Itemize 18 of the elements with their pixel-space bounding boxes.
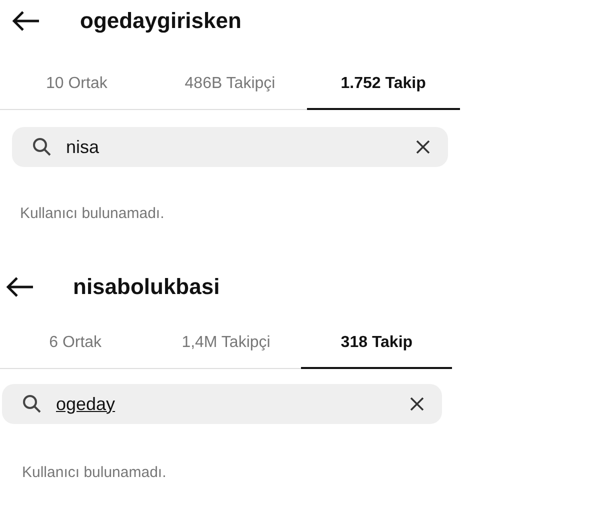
search-icon: [32, 137, 52, 157]
empty-message: Kullanıcı bulunamadı.: [20, 205, 166, 222]
username-title: ogedaygirisken: [80, 8, 242, 34]
back-arrow-icon[interactable]: [6, 277, 34, 297]
search-field[interactable]: ogeday: [2, 384, 442, 424]
close-icon[interactable]: [416, 140, 430, 154]
search-icon: [22, 394, 42, 414]
tab[interactable]: 1.752 Takip: [306, 60, 460, 110]
search-field[interactable]: nisa: [12, 127, 448, 167]
tab[interactable]: 6 Ortak: [0, 319, 151, 369]
tab[interactable]: 1,4M Takipçi: [150, 319, 302, 369]
back-arrow-icon[interactable]: [12, 11, 40, 31]
tab[interactable]: 486B Takipçi: [153, 60, 307, 110]
tab[interactable]: 10 Ortak: [0, 60, 154, 110]
close-icon[interactable]: [410, 397, 424, 411]
username-title: nisabolukbasi: [73, 274, 220, 300]
empty-message: Kullanıcı bulunamadı.: [22, 464, 168, 481]
tab[interactable]: 318 Takip: [301, 319, 452, 369]
